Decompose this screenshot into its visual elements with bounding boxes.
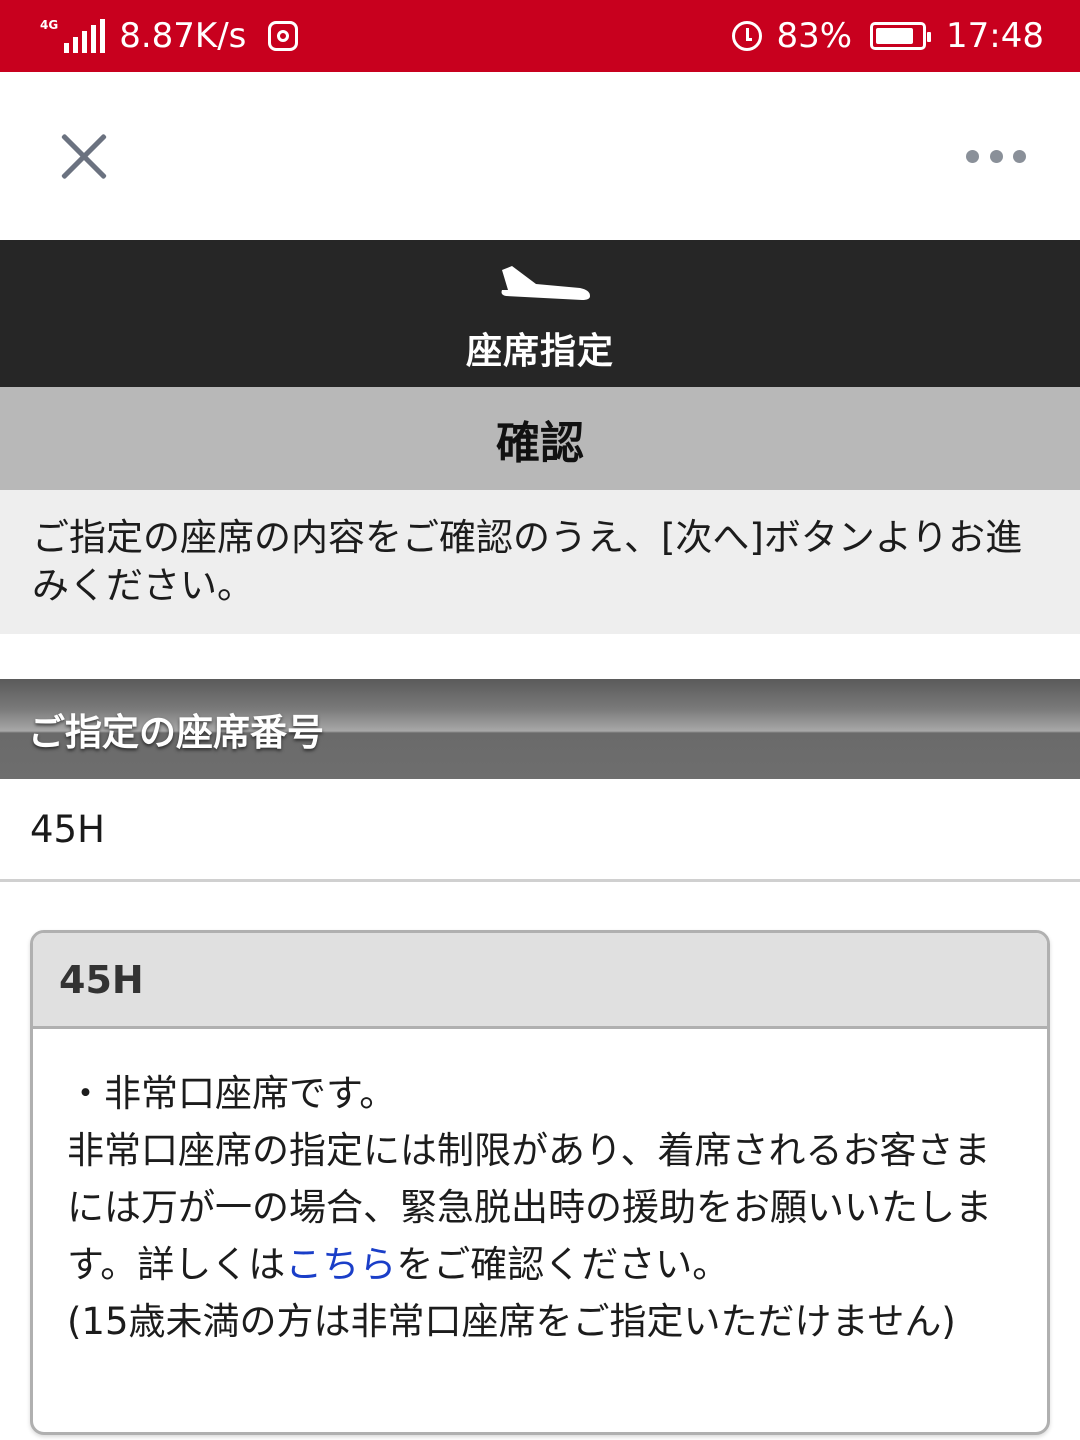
seat-info-card: 45H ・非常口座席です。 非常口座席の指定には制限があり、着席されるお客さまに…	[30, 930, 1050, 1435]
section-header: ご指定の座席番号	[0, 679, 1080, 779]
instagram-icon	[268, 21, 299, 51]
confirm-title: 確認	[0, 387, 1080, 490]
app-bar	[0, 72, 1080, 240]
alarm-icon	[732, 21, 763, 51]
more-icon[interactable]	[966, 148, 1026, 164]
details-link[interactable]: こちら	[285, 1243, 396, 1286]
network-type: 4G	[40, 18, 59, 32]
instruction-text: ご指定の座席の内容をご確認のうえ、[次へ]ボタンよりお進みください。	[0, 490, 1080, 634]
seat-number: 45H	[0, 779, 1080, 882]
card-seat-number: 45H	[33, 933, 1047, 1029]
page-title: 座席指定	[465, 331, 614, 372]
close-icon[interactable]	[56, 128, 112, 184]
age-restriction-note: (15歳未満の方は非常口座席をご指定いただけません)	[67, 1300, 956, 1343]
signal-icon: 4G	[40, 18, 106, 53]
status-left: 4G 8.87K/s	[40, 16, 299, 56]
network-speed: 8.87K/s	[119, 16, 247, 56]
battery-percent: 83%	[776, 16, 853, 56]
description-text-end: をご確認ください。	[396, 1243, 730, 1286]
battery-icon	[870, 22, 932, 50]
emergency-exit-description: 非常口座席の指定には制限があり、着席されるお客さまには万が一の場合、緊急脱出時の…	[67, 1122, 1017, 1293]
airplane-icon	[501, 266, 590, 300]
battery-fill	[876, 28, 913, 44]
status-bar: 4G 8.87K/s 83% 17:48	[0, 0, 1080, 72]
status-right: 83% 17:48	[732, 16, 1044, 56]
emergency-exit-bullet: ・非常口座席です。	[67, 1072, 397, 1115]
clock: 17:48	[946, 16, 1044, 56]
card-body: ・非常口座席です。 非常口座席の指定には制限があり、着席されるお客さまには万が一…	[33, 1029, 1047, 1350]
